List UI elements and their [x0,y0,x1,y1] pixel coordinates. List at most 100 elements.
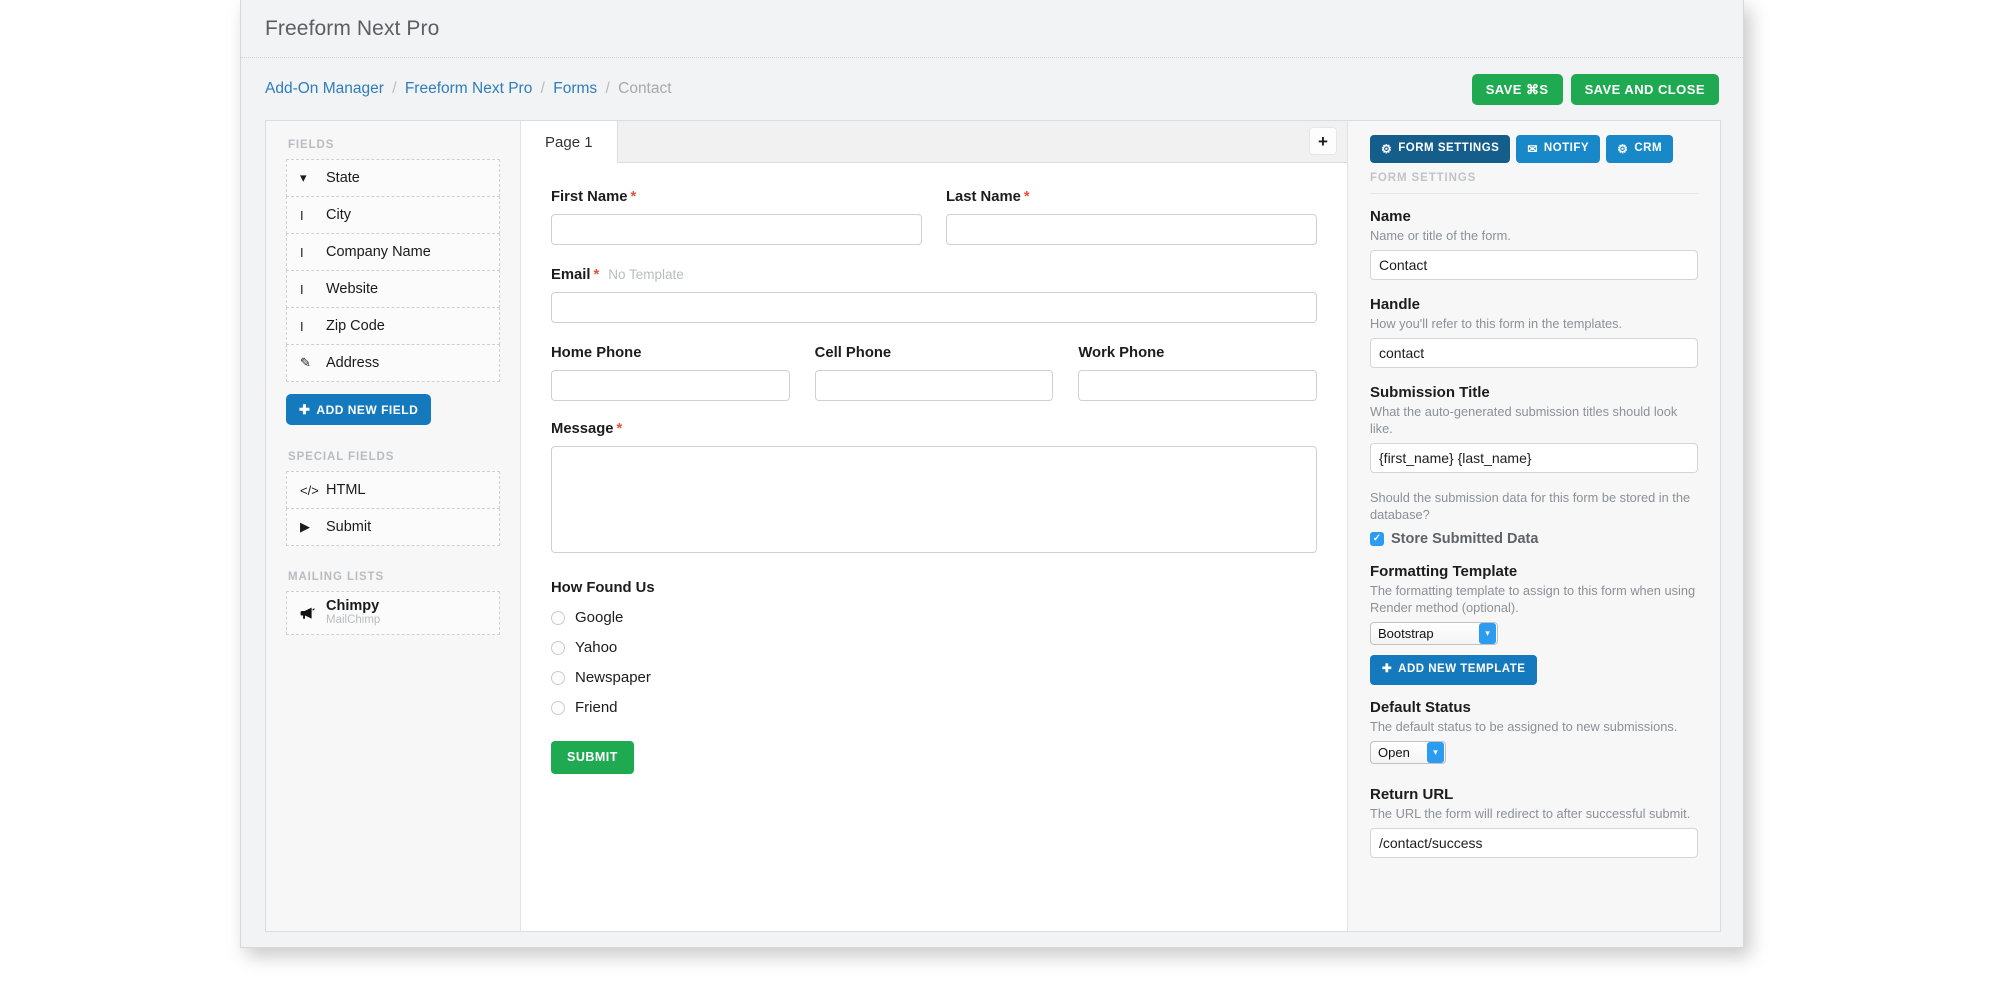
settings-section-title: FORM SETTINGS [1370,172,1698,194]
breadcrumb-item-freeform-next-pro[interactable]: Freeform Next Pro [405,80,532,97]
name-setting-desc: Name or title of the form. [1370,228,1511,243]
required-marker: * [593,267,600,283]
cell-phone-group: Cell Phone [814,345,1054,401]
field-label: State [326,170,360,186]
mailing-list-label: Chimpy MailChimp [326,599,380,626]
editor-panel: FIELDS ▾ State I City I Company Name I W… [265,120,1721,932]
return-url-input[interactable] [1370,827,1698,858]
email-group: Email * No Template [551,267,1317,323]
app-title: Freeform Next Pro [265,16,440,40]
email-label: Email * No Template [551,267,1317,283]
radio-option-newspaper[interactable]: Newspaper [551,669,1317,686]
store-submitted-data-label: Store Submitted Data [1391,531,1539,548]
first-name-input[interactable] [551,214,922,245]
special-field-label: Submit [326,519,372,535]
fields-heading: FIELDS [288,139,335,151]
home-phone-label: Home Phone [551,345,642,361]
screenshot-root: Freeform Next Pro Add-On Manager / Freef… [0,0,2000,1000]
required-marker: * [630,189,637,205]
page-tabbar: Page 1 + [521,121,1347,163]
first-name-label: First Name * [551,189,922,205]
field-label: Website [326,281,379,297]
submit-button[interactable]: SUBMIT [551,741,634,774]
last-name-label: Last Name * [946,189,1317,205]
formatting-template-select[interactable]: Bootstrap ▾ [1370,622,1498,646]
how-found-us-group: How Found Us Google Yahoo Newspaper Frie… [551,580,1317,716]
last-name-input[interactable] [946,214,1317,245]
radio-icon[interactable] [551,610,565,625]
checkmark-icon[interactable]: ✓ [1370,532,1384,547]
mailing-lists-list: Chimpy MailChimp [286,591,500,635]
work-phone-label: Work Phone [1078,345,1165,361]
field-chip-address[interactable]: ✎ Address [286,344,500,382]
tab-label: NOTIFY [1543,142,1590,155]
breadcrumb-item-contact: Contact [618,80,672,97]
breadcrumb: Add-On Manager / Freeform Next Pro / For… [265,80,672,98]
breadcrumb-row: Add-On Manager / Freeform Next Pro / For… [241,58,1743,120]
save-and-close-button[interactable]: SAVE AND CLOSE [1570,73,1719,105]
message-textarea[interactable] [551,446,1317,553]
field-chip-zip-code[interactable]: I Zip Code [286,307,500,345]
text-cursor-icon: I [300,318,304,334]
special-field-chip-html[interactable]: </> HTML [286,471,500,509]
email-input[interactable] [551,292,1317,323]
tab-crm[interactable]: ⚙ CRM [1606,135,1674,163]
gear-icon: ⚙ [1381,142,1393,156]
field-label: Address [326,355,380,371]
field-label: City [326,207,351,223]
add-new-template-button[interactable]: ✚ ADD NEW TEMPLATE [1370,655,1538,685]
text-cursor-icon: I [300,281,304,297]
breadcrumb-separator: / [605,80,610,97]
mailing-list-subtitle: MailChimp [326,614,381,627]
formatting-template-label: Formatting Template [1370,563,1518,581]
tab-label: CRM [1634,142,1663,155]
required-marker: * [616,421,623,437]
handle-setting-input[interactable] [1370,338,1698,369]
plus-icon: ✚ [299,402,311,417]
settings-sidebar: ⚙ FORM SETTINGS ✉ NOTIFY ⚙ CRM FORM SETT… [1347,121,1720,931]
form-preview: First Name * Last Name * Email * No Template [521,163,1347,774]
field-chip-website[interactable]: I Website [286,270,500,308]
breadcrumb-separator: / [540,80,545,97]
radio-label: Newspaper [575,669,651,686]
add-page-button[interactable]: + [1309,127,1337,155]
tab-notify[interactable]: ✉ NOTIFY [1516,135,1601,163]
name-setting-input[interactable] [1370,250,1698,281]
field-chip-state[interactable]: ▾ State [286,159,500,197]
message-label-text: Message [551,421,614,437]
default-status-select[interactable]: Open ▾ [1370,740,1446,764]
breadcrumb-item-forms[interactable]: Forms [553,80,597,97]
tab-label: FORM SETTINGS [1398,142,1500,155]
work-phone-input[interactable] [1078,370,1318,401]
chevron-down-icon: ▾ [300,170,307,185]
radio-label: Friend [575,699,618,716]
cell-phone-input[interactable] [814,370,1054,401]
radio-option-yahoo[interactable]: Yahoo [551,639,1317,656]
envelope-icon: ✉ [1527,142,1538,156]
radio-option-friend[interactable]: Friend [551,699,1317,716]
radio-label: Yahoo [575,639,618,656]
submission-title-setting-label: Submission Title [1370,384,1490,402]
save-button[interactable]: SAVE ⌘S [1471,73,1563,105]
message-label: Message * [551,421,1317,437]
special-field-chip-submit[interactable]: ▶ Submit [286,508,500,546]
submission-title-setting-input[interactable] [1370,443,1698,474]
tab-form-settings[interactable]: ⚙ FORM SETTINGS [1370,135,1511,163]
code-icon: </> [300,482,319,498]
add-new-field-label: ADD NEW FIELD [316,402,419,417]
field-chip-city[interactable]: I City [286,196,500,234]
radio-option-google[interactable]: Google [551,609,1317,626]
home-phone-input[interactable] [551,370,790,401]
home-phone-group: Home Phone [551,345,790,401]
breadcrumb-item-add-on-manager[interactable]: Add-On Manager [265,80,384,97]
store-submitted-data-checkbox-row[interactable]: ✓ Store Submitted Data [1370,531,1698,547]
return-url-label: Return URL [1370,785,1454,803]
radio-icon[interactable] [551,640,565,655]
radio-icon[interactable] [551,670,565,685]
breadcrumb-separator: / [392,80,397,97]
tab-page-1[interactable]: Page 1 [521,121,618,163]
mailing-list-chip-chimpy[interactable]: Chimpy MailChimp [286,591,500,635]
radio-icon[interactable] [551,700,565,715]
add-new-field-button[interactable]: ✚ ADD NEW FIELD [286,394,432,425]
field-chip-company-name[interactable]: I Company Name [286,233,500,271]
